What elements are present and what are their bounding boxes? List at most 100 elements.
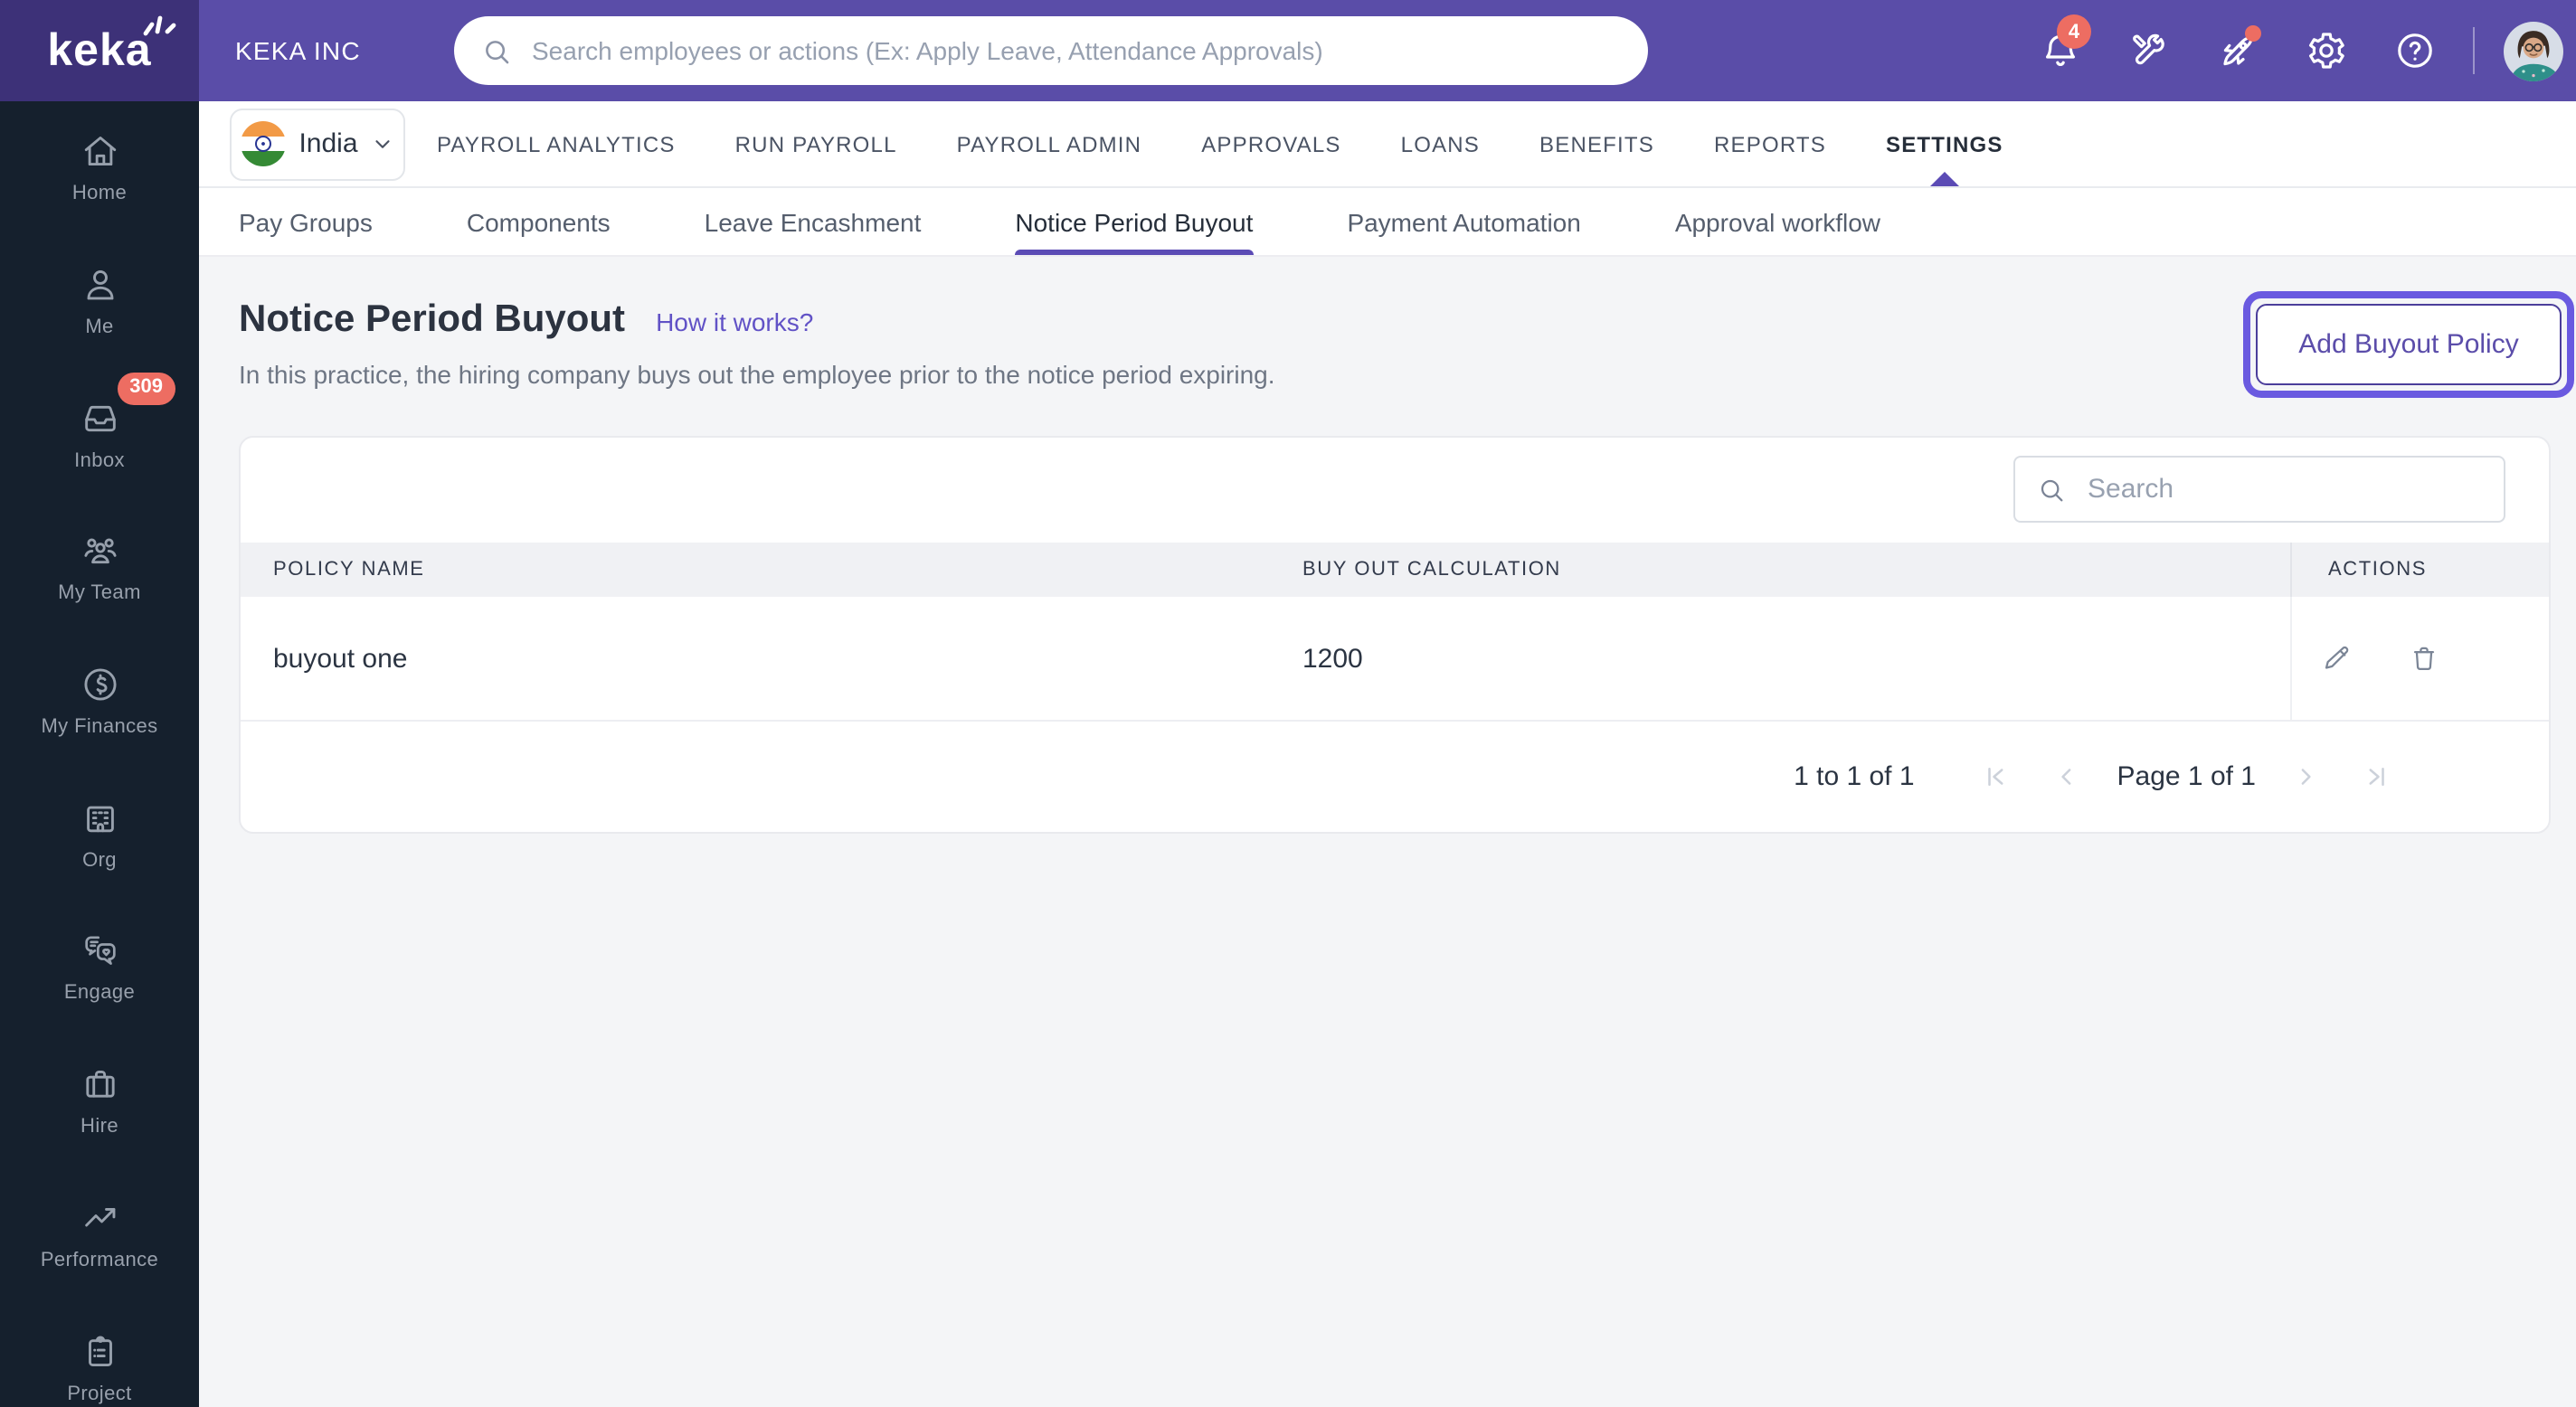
sidebar-nav: Home Me 309 Inbox My Team My Finances Or… [0, 101, 199, 1407]
cell-buy-out-calculation: 1200 [1302, 643, 1363, 674]
first-page-button[interactable] [1984, 763, 2011, 790]
briefcase-icon [85, 1071, 114, 1098]
notification-badge: 4 [2057, 14, 2091, 49]
subnav-item-benefits[interactable]: BENEFITS [1510, 101, 1684, 186]
sidebar-item-engage[interactable]: Engage [0, 901, 199, 1034]
add-buyout-policy-highlight-ring: Add Buyout Policy [2243, 291, 2574, 398]
chevron-right-icon [2301, 769, 2311, 785]
pagination-page-label: Page 1 of 1 [2117, 761, 2256, 792]
settings-tabs: Pay Groups Components Leave Encashment N… [199, 188, 2576, 257]
subnav-item-approvals[interactable]: APPROVALS [1171, 101, 1370, 186]
subnav-item-settings[interactable]: SETTINGS [1856, 101, 2033, 186]
rocket-notification-dot [2245, 25, 2261, 42]
chat-heart-icon [84, 937, 115, 966]
trash-icon [2413, 647, 2435, 670]
inbox-badge: 309 [117, 373, 175, 405]
sidebar-item-label: Performance [40, 1249, 159, 1271]
next-page-button[interactable] [2292, 763, 2319, 790]
sidebar-item-label: Engage [63, 982, 136, 1005]
table-header-row: POLICY NAME BUY OUT CALCULATION ACTIONS [241, 543, 2549, 597]
how-it-works-link[interactable]: How it works? [656, 307, 813, 336]
column-header-buy-out-calculation: BUY OUT CALCULATION [1302, 559, 1561, 581]
cell-policy-name: buyout one [273, 643, 408, 674]
sidebar-item-label: Hire [80, 1116, 118, 1138]
sidebar-item-home[interactable]: Home [0, 101, 199, 234]
whats-new-button[interactable] [2216, 25, 2261, 72]
team-icon [83, 539, 116, 564]
global-search-input[interactable] [528, 34, 1648, 67]
tab-leave-encashment[interactable]: Leave Encashment [705, 188, 922, 255]
sidebar-item-inbox[interactable]: 309 Inbox [0, 368, 199, 501]
sidebar-item-label: Me [85, 316, 114, 339]
subnav-item-run-payroll[interactable]: RUN PAYROLL [706, 101, 927, 186]
sidebar-item-label: Project [67, 1383, 132, 1405]
notifications-button[interactable]: 4 [2039, 14, 2091, 72]
pencil-icon [2325, 646, 2349, 669]
search-icon [2041, 478, 2063, 501]
country-selector[interactable]: India [230, 108, 405, 180]
trend-up-icon [84, 1207, 115, 1227]
pagination-range: 1 to 1 of 1 [1794, 761, 1915, 792]
table-search[interactable] [2013, 456, 2505, 523]
sidebar-item-project[interactable]: Project [0, 1300, 199, 1407]
add-buyout-policy-button[interactable]: Add Buyout Policy [2256, 304, 2562, 385]
user-avatar[interactable] [2504, 21, 2563, 80]
gear-icon [2309, 33, 2344, 69]
tools-button[interactable] [2127, 29, 2171, 72]
tools-icon [2133, 33, 2164, 65]
table-search-input[interactable] [2084, 472, 2504, 506]
sidebar-item-label: My Finances [41, 716, 158, 739]
logo-spark-icon [143, 14, 176, 35]
sidebar-item-org[interactable]: Org [0, 768, 199, 901]
pagination-bar: 1 to 1 of 1 Page 1 of 1 [241, 722, 2549, 832]
person-icon [86, 270, 113, 300]
help-icon [2398, 33, 2432, 68]
page-description: In this practice, the hiring company buy… [239, 360, 1275, 389]
subnav-item-payroll-analytics[interactable]: PAYROLL ANALYTICS [407, 101, 706, 186]
home-icon [83, 137, 116, 166]
app-window: keka KEKA INC 4 [0, 0, 2576, 1407]
keka-logo: keka [0, 0, 199, 101]
column-header-policy-name: POLICY NAME [273, 559, 425, 581]
subnav-item-loans[interactable]: LOANS [1371, 101, 1510, 186]
sidebar-item-label: Inbox [74, 449, 125, 472]
tab-notice-period-buyout[interactable]: Notice Period Buyout [1015, 188, 1253, 255]
building-icon [86, 806, 113, 832]
page-title: Notice Period Buyout [239, 298, 626, 340]
dollar-icon [83, 668, 116, 701]
logo-text: keka [47, 24, 152, 75]
chevron-left-icon [2061, 769, 2071, 785]
table-row: buyout one 1200 [241, 597, 2549, 722]
delete-button[interactable] [2408, 642, 2440, 675]
edit-button[interactable] [2321, 642, 2353, 675]
sidebar-item-my-team[interactable]: My Team [0, 501, 199, 634]
sidebar-item-hire[interactable]: Hire [0, 1034, 199, 1167]
sidebar-item-me[interactable]: Me [0, 234, 199, 367]
global-search[interactable] [454, 16, 1648, 85]
last-page-button[interactable] [2363, 763, 2390, 790]
previous-page-button[interactable] [2054, 763, 2081, 790]
sidebar-item-performance[interactable]: Performance [0, 1167, 199, 1300]
top-header: KEKA INC 4 [199, 0, 2576, 101]
search-icon [486, 40, 509, 63]
sidebar-item-label: My Team [58, 582, 141, 605]
tab-payment-automation[interactable]: Payment Automation [1347, 188, 1580, 255]
header-divider [2473, 27, 2475, 74]
sidebar-item-label: Home [71, 183, 128, 205]
help-button[interactable] [2393, 29, 2437, 72]
subnav-item-reports[interactable]: REPORTS [1684, 101, 1856, 186]
first-page-icon [1988, 768, 2004, 786]
clipboard-icon [88, 1335, 111, 1366]
chevron-down-icon [374, 140, 390, 148]
subnav-item-payroll-admin[interactable]: PAYROLL ADMIN [927, 101, 1172, 186]
settings-button[interactable] [2305, 29, 2348, 72]
sidebar-item-my-finances[interactable]: My Finances [0, 635, 199, 768]
tab-components[interactable]: Components [467, 188, 611, 255]
avatar-image [2504, 21, 2563, 80]
company-name: KEKA INC [235, 36, 361, 65]
tab-approval-workflow[interactable]: Approval workflow [1675, 188, 1880, 255]
column-header-actions: ACTIONS [2290, 543, 2549, 597]
india-flag-icon [241, 121, 287, 166]
buyout-policies-card: POLICY NAME BUY OUT CALCULATION ACTIONS … [239, 436, 2551, 834]
tab-pay-groups[interactable]: Pay Groups [239, 188, 373, 255]
